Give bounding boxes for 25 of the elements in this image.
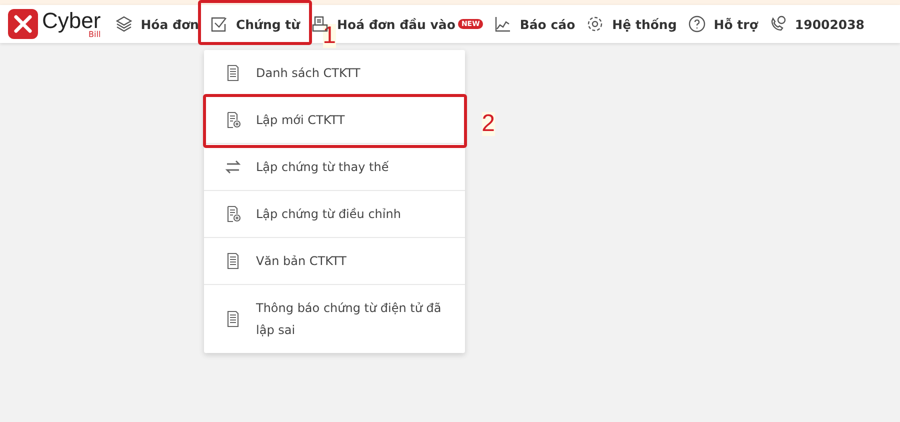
menu-item[interactable]: Danh sách CTKTT <box>256 62 360 84</box>
nav-link[interactable]: Hoá đơn đầu vào <box>337 16 456 32</box>
menu-item[interactable]: Lập mới CTKTT <box>256 109 345 131</box>
menu-item[interactable]: Văn bản CTKTT <box>256 250 346 272</box>
help-icon <box>688 15 706 33</box>
nav-link[interactable]: Chứng từ <box>236 16 300 32</box>
nav-link[interactable]: Hóa đơn <box>140 16 199 32</box>
phone-icon <box>768 15 787 33</box>
chart-icon <box>494 15 512 33</box>
step-number: 1 <box>322 24 336 48</box>
logo-icon <box>8 9 38 39</box>
nav-link[interactable]: Báo cáo <box>520 16 576 32</box>
menu-item[interactable]: Lập chứng từ điều chỉnh <box>256 203 401 225</box>
nav-link[interactable]: Hỗ trợ <box>714 16 758 32</box>
checkbox-icon <box>210 15 228 33</box>
menu-item[interactable]: Lập chứng từ thay thế <box>256 156 389 178</box>
nav-link[interactable]: Hệ thống <box>612 16 677 32</box>
step-number: 2 <box>482 112 495 136</box>
settings-icon <box>586 15 604 33</box>
logo-text: Cyber <box>42 10 101 32</box>
logo-subtext: Bill <box>88 30 101 38</box>
nav-link[interactable]: 19002038 <box>794 16 865 32</box>
swap-icon <box>224 158 242 176</box>
menu-item[interactable]: Thông báo chứng từ điện tử đã lập sai <box>256 297 445 341</box>
layers-icon <box>114 15 133 33</box>
